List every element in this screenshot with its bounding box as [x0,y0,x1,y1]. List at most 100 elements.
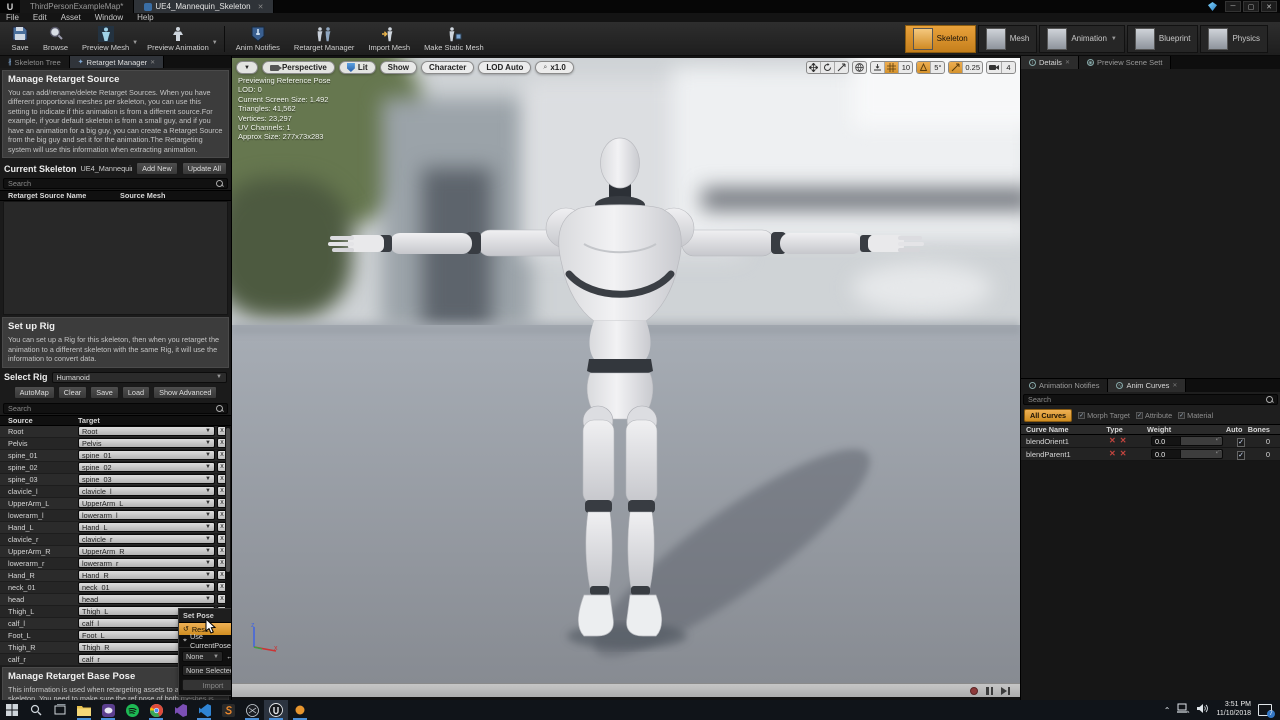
perspective-dropdown[interactable]: Perspective [262,61,335,74]
target-bone-dropdown[interactable]: lowerarm_r ▼ [78,558,215,568]
record-button[interactable] [970,687,978,695]
tab-animation-notifies[interactable]: ♪ Animation Notifies [1021,379,1108,392]
task-view-button[interactable] [48,700,72,720]
world-coordinate-button[interactable] [853,61,866,74]
scale-snap-toggle[interactable] [949,61,963,74]
minimize-button[interactable]: ─ [1225,1,1241,12]
action-center-icon[interactable]: 7 [1258,704,1272,716]
close-icon[interactable]: ✕ [1065,59,1070,66]
none-selected-dropdown[interactable]: None Selected ▼ [182,665,232,676]
lit-dropdown[interactable]: Lit [339,61,376,74]
taskbar-clock[interactable]: 3:51 PM 11/10/2018 [1216,701,1251,719]
scale-tool-button[interactable] [835,61,848,74]
mode-skeleton-button[interactable]: Skeleton [905,25,976,53]
file-explorer-icon[interactable] [72,700,96,720]
viewport-options-dropdown[interactable]: ▼ [236,61,258,74]
tab-preview-scene-settings[interactable]: ◉ Preview Scene Sett [1079,56,1171,69]
close-tab-icon[interactable]: ✕ [258,3,264,11]
select-rig-dropdown[interactable]: Humanoid ▼ [52,372,227,383]
import-button[interactable]: Import [182,679,232,691]
save-rig-button[interactable]: Save [90,386,119,399]
epic-launcher-icon[interactable] [240,700,264,720]
spotify-icon[interactable] [120,700,144,720]
automap-button[interactable]: AutoMap [14,386,55,399]
grid-snap-toggle[interactable] [885,61,899,74]
pause-button[interactable] [986,687,993,695]
auto-checkbox[interactable]: ✓ [1237,438,1245,447]
save-button[interactable]: Save [4,23,36,55]
camera-speed-value[interactable]: 4 [1002,61,1015,74]
show-advanced-button[interactable]: Show Advanced [153,386,217,399]
retarget-manager-button[interactable]: Retarget Manager [287,23,361,55]
target-bone-dropdown[interactable]: clavicle_l ▼ [78,486,215,496]
tray-chevron-icon[interactable]: ⌃ [1164,706,1171,715]
target-bone-dropdown[interactable]: Root ▼ [78,426,215,436]
material-type-icon[interactable]: ✕ [1120,437,1127,445]
target-bone-dropdown[interactable]: head ▼ [78,594,215,604]
curve-row[interactable]: blendParent1 ✕✕ 0.0 ✓ 0 [1021,448,1280,461]
vscode-icon[interactable] [192,700,216,720]
auto-checkbox[interactable]: ✓ [1237,451,1245,460]
target-bone-dropdown[interactable]: neck_01 ▼ [78,582,215,592]
chrome-icon[interactable] [144,700,168,720]
morph-target-checkbox[interactable]: ✓Morph Target [1078,411,1130,420]
step-forward-button[interactable] [1001,687,1010,695]
close-icon[interactable]: ✕ [150,59,155,66]
translate-tool-button[interactable] [807,61,821,74]
target-bone-dropdown[interactable]: Hand_L ▼ [78,522,215,532]
tab-retarget-manager[interactable]: ✦ Retarget Manager ✕ [70,56,164,68]
attribute-checkbox[interactable]: ✓Attribute [1136,411,1172,420]
show-dropdown[interactable]: Show [380,61,417,74]
volume-icon[interactable] [1197,701,1209,719]
preview-mesh-button[interactable]: Preview Mesh [75,23,136,55]
load-button[interactable]: Load [122,386,150,399]
mode-physics-button[interactable]: Physics [1200,25,1268,53]
update-all-button[interactable]: Update All [182,162,227,175]
weight-input[interactable]: 0.0 [1151,436,1223,446]
screen-size-dropdown[interactable]: ⌕ x1.0 [535,61,574,74]
orange-app-icon[interactable] [288,700,312,720]
curve-row[interactable]: blendOrient1 ✕✕ 0.0 ✓ 0 [1021,435,1280,448]
tab-skeleton-tree[interactable]: ∦ Skeleton Tree [0,56,70,68]
rotation-snap-toggle[interactable] [917,61,931,74]
bone-mapping-search-input[interactable]: Search [3,403,228,414]
mode-animation-button[interactable]: Animation ▼ [1039,25,1125,53]
unreal-engine-icon[interactable] [264,700,288,720]
target-bone-dropdown[interactable]: Hand_R ▼ [78,570,215,580]
marketplace-icon[interactable] [1208,2,1217,11]
all-curves-button[interactable]: All Curves [1024,409,1072,422]
close-button[interactable]: ✕ [1261,1,1277,12]
anim-notifies-button[interactable]: Anim Notifies [229,23,287,55]
tab-ue4-mannequin-skeleton[interactable]: UE4_Mannequin_Skeleton ✕ [134,0,274,13]
mode-mesh-button[interactable]: Mesh [978,25,1038,53]
discord-icon[interactable] [96,700,120,720]
rotation-snap-value[interactable]: 5° [931,61,944,74]
character-dropdown[interactable]: Character [421,61,474,74]
start-button[interactable] [0,700,24,720]
retarget-source-search-input[interactable]: Search [3,178,228,189]
preview-viewport[interactable]: ▼ Perspective Lit Show Character LOD Aut… [232,58,1020,697]
taskbar-search-button[interactable] [24,700,48,720]
viewport-3d-scene[interactable]: ▼ Perspective Lit Show Character LOD Aut… [232,58,1020,683]
rotate-tool-button[interactable] [821,61,835,74]
menu-asset[interactable]: Asset [61,13,81,22]
target-bone-dropdown[interactable]: UpperArm_L ▼ [78,498,215,508]
target-bone-dropdown[interactable]: spine_01 ▼ [78,450,215,460]
target-bone-dropdown[interactable]: Pelvis ▼ [78,438,215,448]
network-icon[interactable] [1177,701,1190,719]
mode-blueprint-button[interactable]: Blueprint [1127,25,1199,53]
grid-snap-value[interactable]: 10 [899,61,912,74]
preview-animation-dropdown-icon[interactable]: ▼ [212,40,218,46]
weight-input[interactable]: 0.0 [1151,449,1223,459]
tab-thirdpersonexamplemap[interactable]: ThirdPersonExampleMap* [20,0,134,13]
make-static-mesh-button[interactable]: Make Static Mesh [417,23,491,55]
maximize-button[interactable]: ▢ [1243,1,1259,12]
morph-type-icon[interactable]: ✕ [1109,437,1116,445]
menu-file[interactable]: File [6,13,19,22]
clear-button[interactable]: Clear [58,386,87,399]
tab-anim-curves[interactable]: ∿ Anim Curves ✕ [1108,379,1186,392]
target-bone-dropdown[interactable]: clavicle_r ▼ [78,534,215,544]
browse-button[interactable]: Browse [36,23,75,55]
surface-snap-button[interactable] [871,61,885,74]
menu-edit[interactable]: Edit [33,13,47,22]
